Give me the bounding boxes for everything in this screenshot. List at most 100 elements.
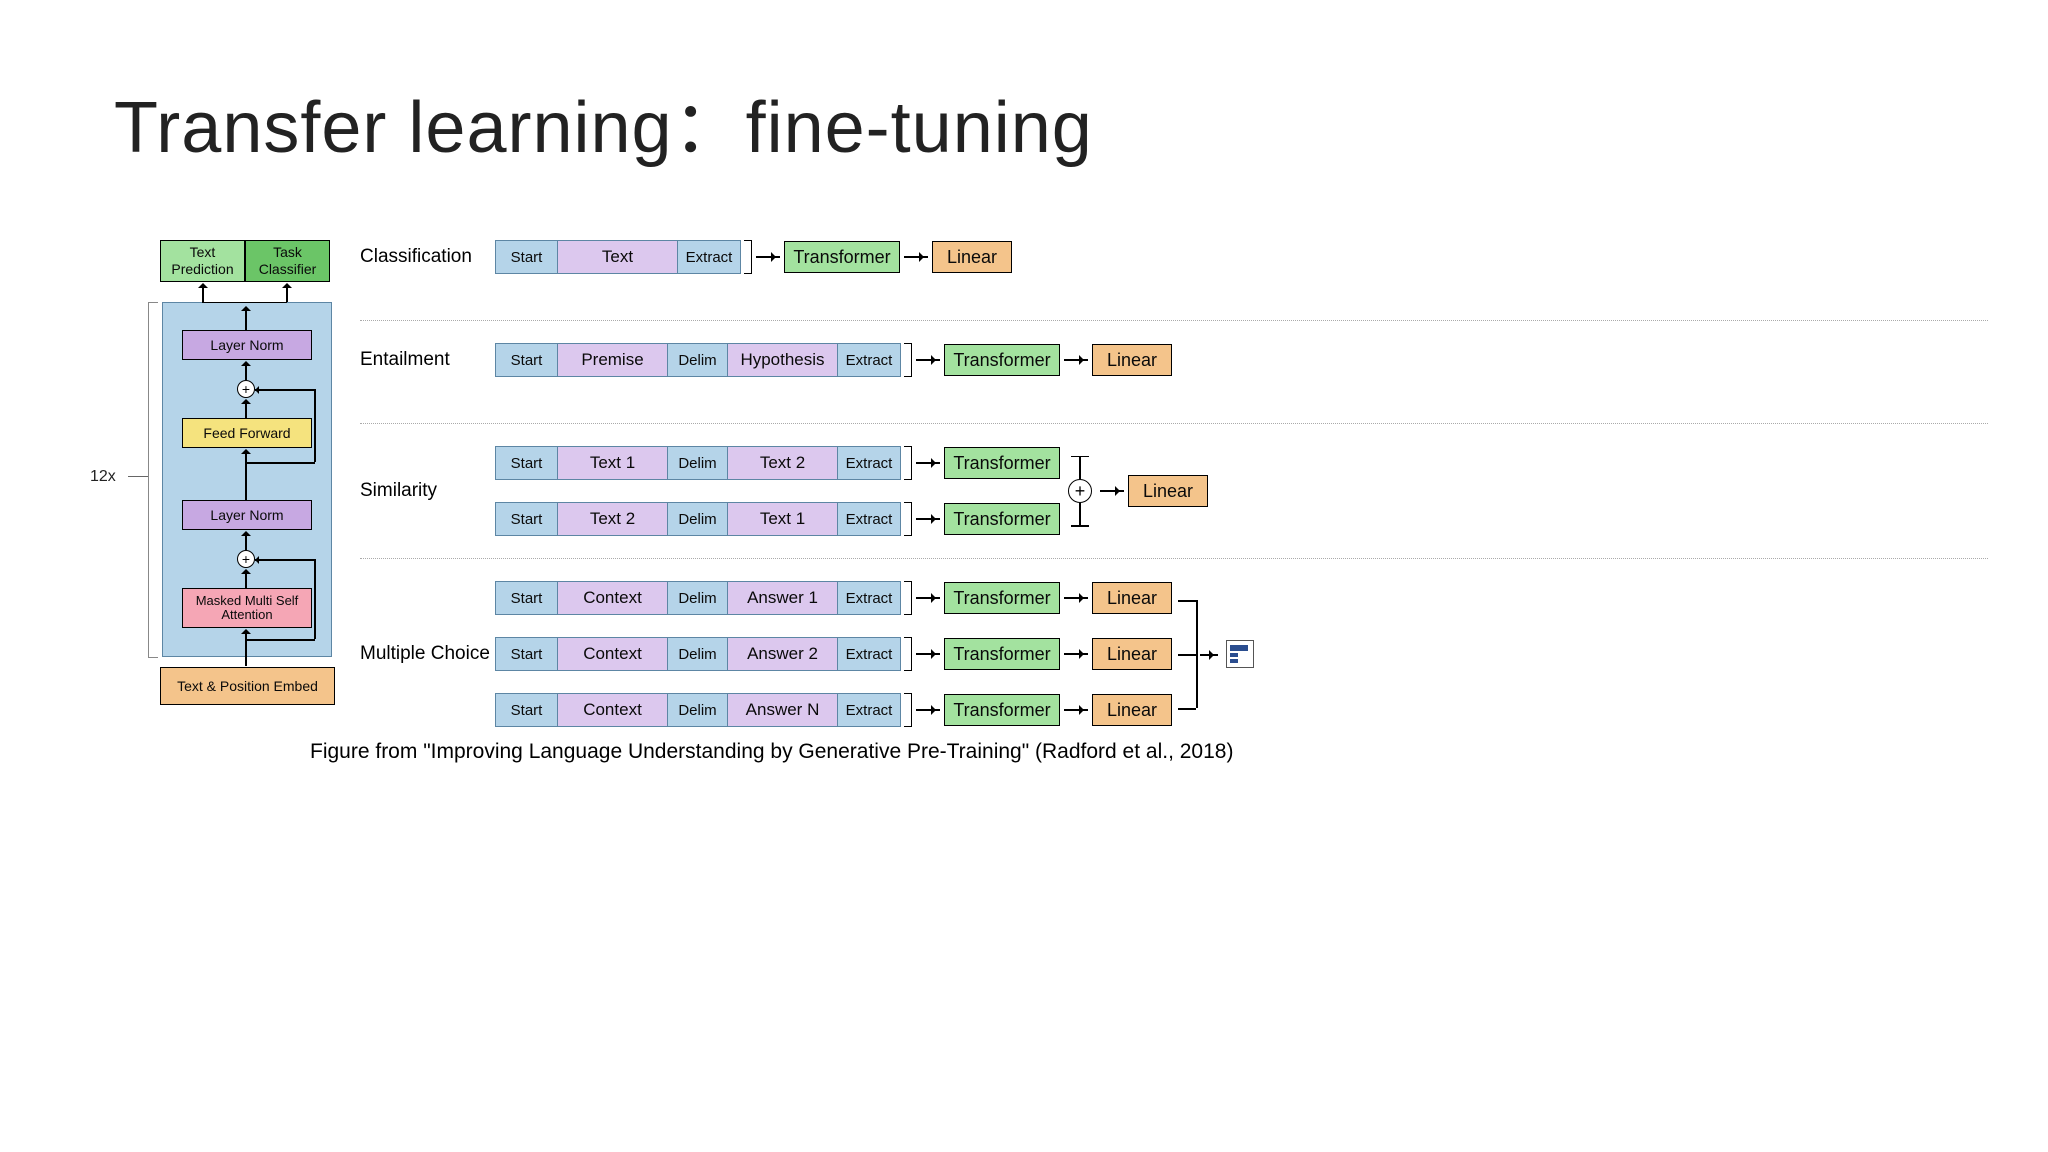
residual-line xyxy=(314,389,316,462)
seg-start: Start xyxy=(496,638,558,670)
seg-context: Context xyxy=(558,582,668,614)
sequence: Start Context Delim Answer 1 Extract xyxy=(495,581,901,615)
seg-delim: Delim xyxy=(668,638,728,670)
seg-extract: Extract xyxy=(838,447,900,479)
arrow xyxy=(245,362,247,380)
residual-line xyxy=(255,389,315,391)
seg-delim: Delim xyxy=(668,694,728,726)
arch-heads: Text Prediction Task Classifier xyxy=(160,240,330,282)
arrow xyxy=(916,359,940,361)
sequence: Start Text 2 Delim Text 1 Extract xyxy=(495,502,901,536)
arrow xyxy=(916,653,940,655)
caption-title: Improving Language Understanding by Gene… xyxy=(431,740,1022,763)
transformer-box: Transformer xyxy=(944,582,1060,614)
residual-line xyxy=(247,639,315,641)
seg-start: Start xyxy=(496,344,558,376)
arrow xyxy=(1064,359,1088,361)
seg-extract: Extract xyxy=(838,694,900,726)
seg-text1: Text 1 xyxy=(728,503,838,535)
bracket-icon xyxy=(904,693,912,727)
text-prediction-box: Text Prediction xyxy=(160,240,245,282)
linear-box: Linear xyxy=(1092,344,1172,376)
arrow xyxy=(916,597,940,599)
linear-box: Linear xyxy=(932,241,1012,273)
seg-context: Context xyxy=(558,638,668,670)
linear-box: Linear xyxy=(1128,475,1208,507)
seg-text2: Text 2 xyxy=(558,503,668,535)
seg-text2: Text 2 xyxy=(728,447,838,479)
residual-line xyxy=(247,462,315,464)
figure-caption: Figure from "Improving Language Understa… xyxy=(310,740,1233,764)
seg-start: Start xyxy=(496,241,558,273)
sequence: Start Text 1 Delim Text 2 Extract xyxy=(495,446,901,480)
transformer-box: Transformer xyxy=(944,503,1060,535)
page-title: Transfer learning：fine-tuning xyxy=(114,68,1093,173)
arrow xyxy=(1064,597,1088,599)
arrow xyxy=(916,709,940,711)
seg-delim: Delim xyxy=(668,582,728,614)
seg-start: Start xyxy=(496,694,558,726)
task-label: Entailment xyxy=(360,349,495,371)
sequence: Start Context Delim Answer 2 Extract xyxy=(495,637,901,671)
linear-box: Linear xyxy=(1092,638,1172,670)
residual-line xyxy=(314,559,316,639)
bracket-icon xyxy=(904,343,912,377)
task-entailment: Entailment Start Premise Delim Hypothesi… xyxy=(360,343,1988,424)
task-label: Multiple Choice xyxy=(360,643,495,665)
arrow xyxy=(202,284,204,302)
transformer-box: Transformer xyxy=(784,241,900,273)
bar-chart-icon xyxy=(1226,640,1254,668)
linear-box: Linear xyxy=(1092,582,1172,614)
bracket-icon xyxy=(904,637,912,671)
arrow xyxy=(1064,653,1088,655)
arrow xyxy=(916,518,940,520)
seg-start: Start xyxy=(496,582,558,614)
caption-prefix: Figure from " xyxy=(310,740,431,763)
seg-extract: Extract xyxy=(678,241,740,273)
residual-line xyxy=(255,559,315,561)
seg-extract: Extract xyxy=(838,344,900,376)
seg-answer: Answer N xyxy=(728,694,838,726)
arrow xyxy=(245,400,247,418)
seg-delim: Delim xyxy=(668,447,728,479)
seg-delim: Delim xyxy=(668,344,728,376)
arrow xyxy=(1064,709,1088,711)
sequence: Start Context Delim Answer N Extract xyxy=(495,693,901,727)
seg-answer: Answer 2 xyxy=(728,638,838,670)
bracket-icon xyxy=(904,581,912,615)
task-label: Classification xyxy=(360,246,495,268)
repeat-line xyxy=(128,476,148,477)
arrow xyxy=(916,462,940,464)
arrow xyxy=(904,256,928,258)
arrow xyxy=(245,570,247,588)
transformer-box: Transformer xyxy=(944,694,1060,726)
repeat-label: 12x xyxy=(90,468,116,486)
arrow xyxy=(245,532,247,550)
seg-context: Context xyxy=(558,694,668,726)
arrow xyxy=(245,450,247,500)
seg-hypothesis: Hypothesis xyxy=(728,344,838,376)
linear-box: Linear xyxy=(1092,694,1172,726)
arrow xyxy=(245,630,247,666)
arrow xyxy=(251,386,259,394)
arrow xyxy=(245,307,247,330)
seg-extract: Extract xyxy=(838,638,900,670)
bracket-icon xyxy=(904,446,912,480)
bracket-icon xyxy=(904,502,912,536)
arrow xyxy=(251,556,259,564)
arrow xyxy=(756,256,780,258)
task-multiple-choice: Multiple Choice Start Context Delim Answ… xyxy=(360,581,1988,749)
transformer-box: Transformer xyxy=(944,638,1060,670)
bracket-icon xyxy=(744,240,752,274)
task-similarity: Similarity Start Text 1 Delim Text 2 Ext… xyxy=(360,446,1988,559)
arrow xyxy=(1200,654,1218,656)
embed-box: Text & Position Embed xyxy=(160,667,335,705)
seg-text1: Text 1 xyxy=(558,447,668,479)
tasks-panel: Classification Start Text Extract Transf… xyxy=(360,240,1988,771)
arrow xyxy=(1100,490,1124,492)
seg-premise: Premise xyxy=(558,344,668,376)
transformer-box: Transformer xyxy=(944,447,1060,479)
task-classifier-box: Task Classifier xyxy=(245,240,330,282)
seg-start: Start xyxy=(496,503,558,535)
caption-suffix: " (Radford et al., 2018) xyxy=(1022,740,1234,763)
